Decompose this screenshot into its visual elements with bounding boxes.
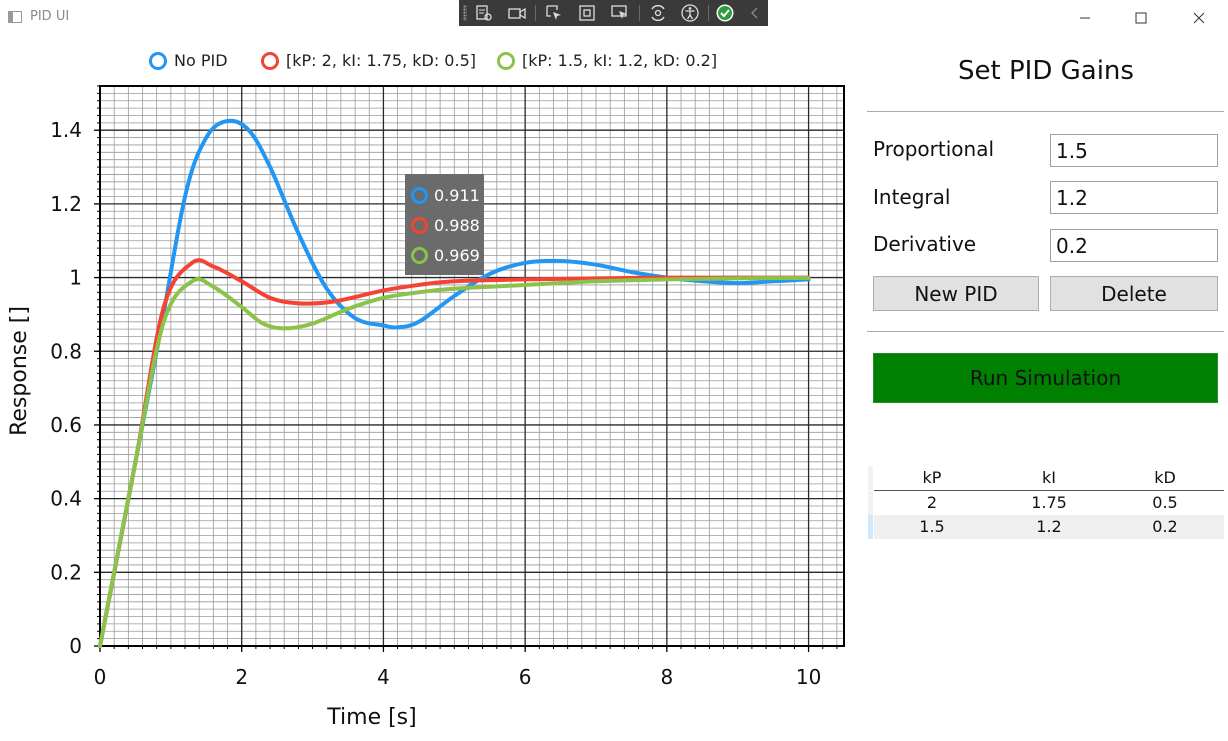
y-tick-label: 1.4 bbox=[50, 118, 82, 142]
y-tick-label: 0.8 bbox=[50, 339, 82, 363]
proportional-label: Proportional bbox=[873, 137, 995, 161]
hot-reload-icon[interactable] bbox=[647, 3, 669, 23]
x-tick-label: 10 bbox=[796, 665, 821, 689]
toolbar-separator bbox=[708, 5, 709, 21]
integral-input[interactable] bbox=[1050, 181, 1218, 214]
table-cell: 0.2 bbox=[1152, 517, 1178, 536]
run-simulation-button[interactable]: Run Simulation bbox=[873, 353, 1218, 403]
table-cell: 2 bbox=[926, 493, 938, 512]
column-header-kp[interactable]: kP bbox=[874, 468, 990, 487]
y-tick-label: 0.4 bbox=[50, 487, 82, 511]
derivative-input[interactable] bbox=[1050, 229, 1218, 262]
x-tick-label: 6 bbox=[519, 665, 532, 689]
tooltip-value: 0.969 bbox=[434, 245, 480, 265]
x-axis-label: Time [s] bbox=[326, 705, 416, 730]
table-cell: 0.5 bbox=[1152, 493, 1178, 512]
column-header-kd[interactable]: kD bbox=[1107, 468, 1223, 487]
tooltip-row: 0.911 bbox=[411, 183, 480, 207]
record-icon[interactable] bbox=[506, 3, 528, 23]
track-focus-icon[interactable] bbox=[609, 3, 631, 23]
divider bbox=[867, 111, 1224, 112]
column-header-ki[interactable]: kI bbox=[991, 468, 1107, 487]
row-header[interactable] bbox=[868, 515, 873, 539]
table-cell: 1.2 bbox=[1036, 517, 1062, 536]
divider bbox=[867, 331, 1224, 332]
minimize-button[interactable] bbox=[1062, 0, 1108, 36]
y-tick-label: 0.6 bbox=[50, 413, 82, 437]
new-pid-button[interactable]: New PID bbox=[873, 276, 1039, 311]
y-axis-label: Response [] bbox=[7, 306, 32, 436]
chart-tooltip: 0.911 0.988 0.969 bbox=[405, 174, 484, 275]
select-element-icon[interactable] bbox=[543, 3, 565, 23]
live-visual-tree-icon[interactable] bbox=[473, 3, 495, 23]
table-cell: 1.5 bbox=[919, 517, 945, 536]
close-button[interactable] bbox=[1176, 0, 1222, 36]
tooltip-row: 0.969 bbox=[411, 243, 480, 267]
tooltip-marker-icon bbox=[411, 186, 428, 204]
devtools-toolbar bbox=[459, 0, 768, 26]
toolbar-separator bbox=[535, 5, 536, 21]
tooltip-value: 0.988 bbox=[434, 215, 480, 235]
x-tick-label: 0 bbox=[94, 665, 107, 689]
response-chart[interactable]: 0 2 4 6 8 10 0 0.2 0.4 0.6 0.8 1 1.2 1.4 Time [s] Respo… bbox=[0, 36, 860, 741]
y-tick-label: 1 bbox=[69, 266, 82, 290]
delete-button[interactable]: Delete bbox=[1050, 276, 1218, 311]
toolbar-separator bbox=[639, 5, 640, 21]
app-icon bbox=[8, 11, 22, 23]
y-tick-label: 1.2 bbox=[50, 192, 82, 216]
y-tick-label: 0 bbox=[69, 634, 82, 658]
tooltip-row: 0.988 bbox=[411, 213, 480, 237]
proportional-input[interactable] bbox=[1050, 134, 1218, 167]
binding-check-icon[interactable] bbox=[714, 3, 736, 23]
table-row[interactable]: 2 1.75 0.5 bbox=[874, 491, 1224, 515]
title-bar: PID UI bbox=[0, 0, 1228, 36]
maximize-button[interactable] bbox=[1118, 0, 1164, 36]
table-row[interactable]: 1.5 1.2 0.2 bbox=[874, 515, 1224, 539]
collapse-icon[interactable] bbox=[744, 3, 766, 23]
accessibility-icon[interactable] bbox=[679, 3, 701, 23]
y-tick-label: 0.2 bbox=[50, 560, 82, 584]
table-cell: 1.75 bbox=[1031, 493, 1067, 512]
x-tick-label: 2 bbox=[235, 665, 248, 689]
row-header bbox=[868, 466, 873, 490]
table-header: kP kI kD bbox=[874, 466, 1224, 491]
x-tick-label: 4 bbox=[377, 665, 390, 689]
tooltip-marker-icon bbox=[411, 216, 428, 234]
tooltip-marker-icon bbox=[411, 246, 428, 264]
integral-label: Integral bbox=[873, 185, 951, 209]
panel-title: Set PID Gains bbox=[958, 56, 1134, 86]
window-title: PID UI bbox=[30, 9, 70, 24]
display-layout-adorners-icon[interactable] bbox=[576, 3, 598, 23]
row-header[interactable] bbox=[868, 491, 873, 515]
x-tick-label: 8 bbox=[660, 665, 673, 689]
tooltip-value: 0.911 bbox=[434, 185, 480, 205]
toolbar-grip-icon[interactable] bbox=[463, 5, 467, 21]
derivative-label: Derivative bbox=[873, 232, 977, 256]
